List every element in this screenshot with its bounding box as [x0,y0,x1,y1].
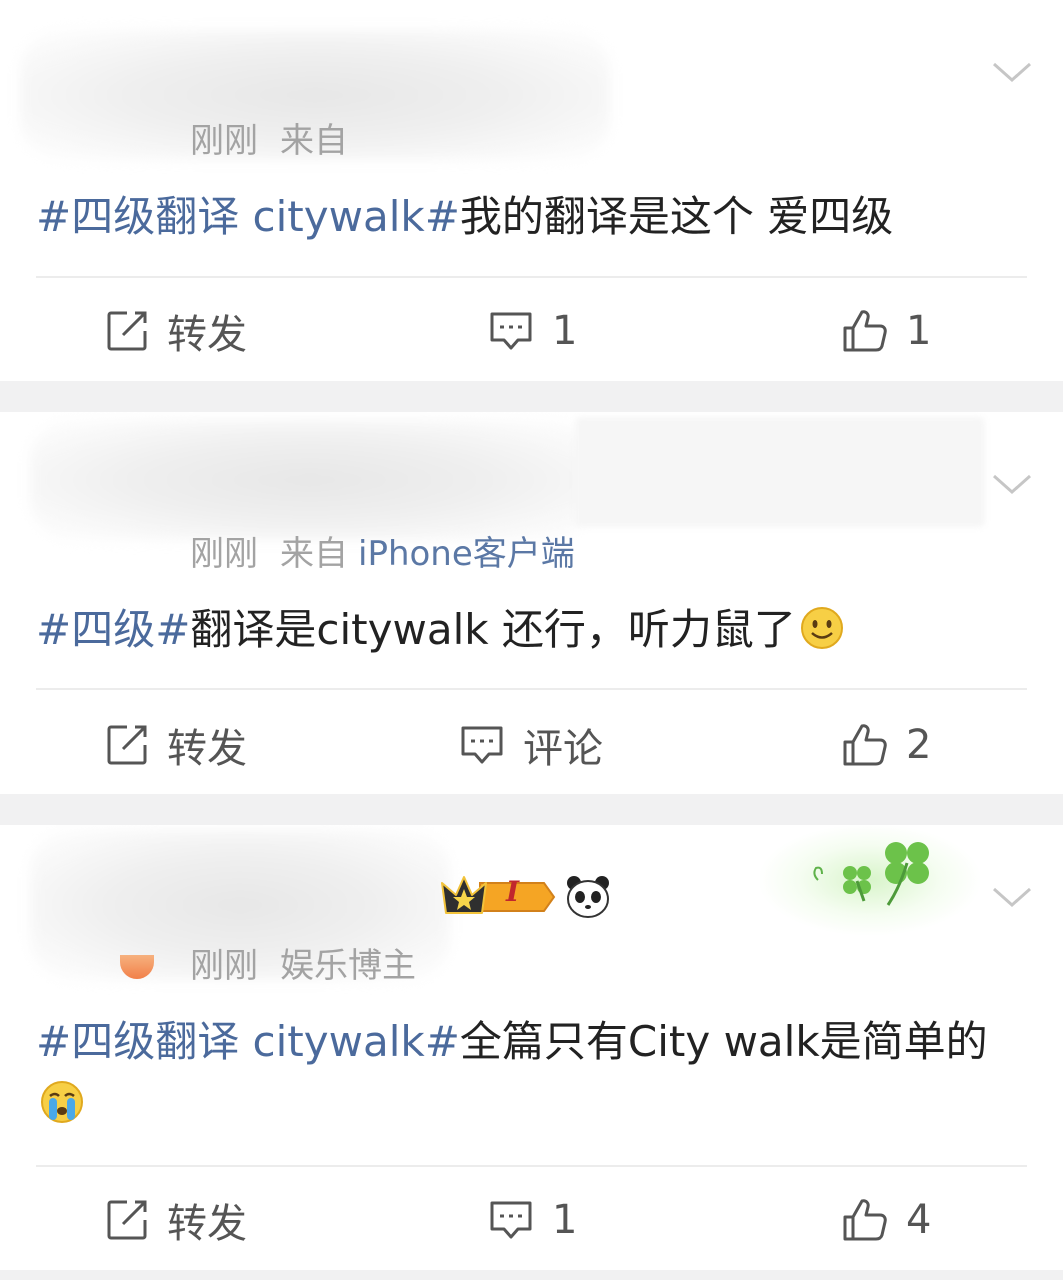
thumbs-up-icon [843,310,887,352]
comment-button[interactable]: 评论 [459,710,603,780]
post-time: 刚刚 [190,121,258,161]
vip-crown-badge[interactable]: I [440,873,556,919]
clover-decoration [760,825,980,935]
post-meta: 刚刚 来自 [190,113,370,162]
chevron-down-icon[interactable] [990,462,1034,506]
repost-button[interactable]: 转发 [105,710,247,780]
post-content: #四级#翻译是citywalk 还行，听力鼠了 [36,599,1023,661]
thumbs-up-icon [843,1199,887,1241]
comment-count: 1 [552,308,578,354]
share-edit-icon [107,725,147,765]
repost-label: 转发 [167,726,247,772]
post-text: 我的翻译是这个 爱四级 [459,192,894,241]
crying-emoji-icon [41,1081,83,1123]
post-card-1: 刚刚 来自 #四级翻译 citywalk#我的翻译是这个 爱四级 转发 1 1 [0,0,1063,381]
panda-icon [567,876,609,918]
thumbs-up-icon [843,724,887,766]
divider [36,688,1027,690]
smile-emoji-icon [800,607,843,649]
topic-link[interactable]: #四级翻译 citywalk# [36,192,460,241]
vip-level: I [506,875,520,908]
comment-bubble-icon [490,312,532,350]
topic-link[interactable]: #四级翻译 citywalk# [36,1017,460,1066]
like-button[interactable]: 1 [842,296,931,366]
post-source-prefix: 来自 [280,534,348,574]
post-content: #四级翻译 citywalk#我的翻译是这个 爱四级 [36,186,1023,248]
repost-label: 转发 [167,1201,247,1247]
divider [36,1165,1027,1167]
post-source-prefix: 来自 [280,121,348,161]
repost-label: 转发 [167,312,247,358]
comment-bubble-icon [461,726,503,764]
post-time: 刚刚 [190,946,258,986]
like-count: 2 [906,722,932,768]
blurred-user-header [30,420,590,540]
comment-count: 1 [552,1197,578,1243]
comment-button[interactable]: 1 [488,296,577,366]
comment-bubble-icon [490,1201,532,1239]
like-button[interactable]: 4 [842,1185,931,1255]
post-card-3: I 刚刚 娱乐博主 #四级翻译 citywalk#全篇只有City walk是简单… [0,825,1063,1270]
post-card-2: 刚刚 来自 iPhone客户端 #四级#翻译是citywalk 还行，听力鼠了 转发… [0,412,1063,794]
like-button[interactable]: 2 [842,710,931,780]
share-edit-icon [107,311,147,351]
repost-button[interactable]: 转发 [105,296,247,366]
post-time: 刚刚 [190,534,258,574]
comment-button[interactable]: 1 [488,1185,577,1255]
like-count: 1 [906,308,932,354]
post-source-name[interactable]: iPhone客户端 [358,534,575,574]
post-text: 翻译是citywalk 还行，听力鼠了 [190,605,796,654]
post-meta: 刚刚 来自 iPhone客户端 [190,526,597,575]
post-content: #四级翻译 citywalk#全篇只有City walk是简单的 [36,1011,1023,1135]
crown-level-icon [441,876,556,914]
blurred-banner [575,417,985,527]
post-text: 全篇只有City walk是简单的 [459,1017,988,1066]
comment-label: 评论 [523,726,603,772]
like-count: 4 [906,1197,932,1243]
divider [36,276,1027,278]
share-edit-icon [107,1200,147,1240]
post-meta: 刚刚 娱乐博主 [190,938,438,987]
chevron-down-icon[interactable] [990,875,1034,919]
topic-link[interactable]: #四级# [36,605,190,654]
chevron-down-icon[interactable] [990,50,1034,94]
repost-button[interactable]: 转发 [105,1185,247,1255]
clover-icon [813,842,929,906]
post-user-tag: 娱乐博主 [280,946,416,986]
